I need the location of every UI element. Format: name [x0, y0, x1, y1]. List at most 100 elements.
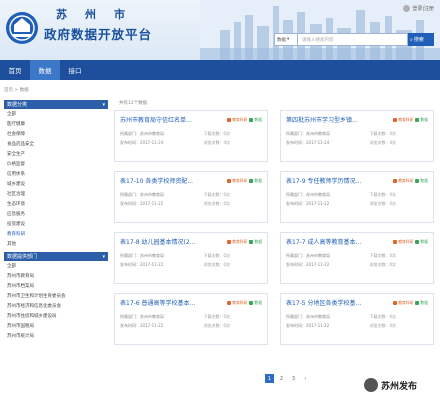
dataset-card[interactable]: 表17-7 成人高等教育基本... 教育科研 数据 所属部门：苏州市教育局 下载…: [280, 232, 434, 284]
department-item[interactable]: 苏州市教育局: [4, 271, 108, 281]
category-item[interactable]: 其他: [4, 239, 108, 249]
type-tag-label: 数据: [254, 116, 262, 122]
dataset-card[interactable]: 表17-6 普通高等学校基本... 教育科研 数据 所属部门：苏州市教育局 下载…: [114, 293, 268, 345]
department-item[interactable]: 苏州市住房和城乡建设局: [4, 311, 108, 321]
dataset-department: 所属部门：苏州市教育局: [120, 192, 164, 197]
dataset-date: 发布时间：2017-11-22: [286, 323, 330, 328]
dataset-card[interactable]: 表17-5 分地区各类学校基... 教育科研 数据 所属部门：苏州市教育局 下载…: [280, 293, 434, 345]
dataset-title[interactable]: 表17-9 专任教师学历情况...: [286, 176, 378, 185]
dataset-title[interactable]: 表17-6 普通高等学校基本...: [120, 298, 212, 307]
dataset-title[interactable]: 表17-7 成人高等教育基本...: [286, 237, 378, 246]
department-item[interactable]: 苏州市统计局: [4, 331, 108, 341]
department-item[interactable]: 全部: [4, 261, 108, 271]
page-2-button[interactable]: 2: [277, 374, 286, 383]
login-register-link[interactable]: 登录|注册: [403, 5, 434, 12]
download-count: 下载次数：0次: [203, 192, 230, 197]
login-label: 登录|注册: [412, 6, 434, 12]
type-tag-icon: [415, 239, 420, 244]
department-header-label: 数据提供部门: [7, 254, 38, 260]
type-tag: 数据: [249, 300, 262, 306]
category-tag: 教育科研: [227, 117, 247, 123]
dataset-title[interactable]: 表17-5 分地区各类学校基...: [286, 298, 378, 307]
main-nav: 首页 数据 接口: [0, 60, 440, 80]
category-tag: 教育科研: [393, 300, 413, 306]
wechat-logo-icon: [364, 378, 378, 392]
dataset-department: 所属部门：苏州市教育局: [286, 253, 330, 258]
dataset-card[interactable]: 表17-10 各类学校师资配... 教育科研 数据 所属部门：苏州市教育局 下载…: [114, 171, 268, 223]
category-item[interactable]: 全部: [4, 109, 108, 119]
type-tag-label: 数据: [420, 238, 428, 244]
dataset-card[interactable]: 苏州市教育局守信红名单... 教育科研 数据 所属部门：苏州市教育局 下载次数：…: [114, 110, 268, 162]
dataset-date: 发布时间：2017-11-24: [120, 140, 164, 145]
category-tag-label: 教育科研: [232, 116, 248, 122]
type-tag-label: 数据: [420, 116, 428, 122]
category-tag-icon: [227, 300, 232, 305]
page-3-button[interactable]: 3: [289, 374, 298, 383]
category-item[interactable]: 投资建设: [4, 219, 108, 229]
category-item[interactable]: 价格监督: [4, 159, 108, 169]
site-name: 政府数据开放平台: [44, 27, 153, 42]
download-count: 下载次数：0次: [203, 131, 230, 136]
type-tag: 数据: [415, 117, 428, 123]
view-count: 浏览次数：0次: [369, 201, 396, 206]
category-tag-label: 教育科研: [398, 177, 414, 183]
category-item-selected[interactable]: 教育科研: [4, 229, 108, 239]
category-tag: 教育科研: [227, 239, 247, 245]
dataset-list: 共有12个数据 苏州市教育局守信红名单... 教育科研 数据 所属部门：苏州市教…: [114, 96, 436, 345]
category-item[interactable]: 城乡建设: [4, 179, 108, 189]
category-item[interactable]: 生态环境: [4, 199, 108, 209]
type-tag-icon: [249, 300, 254, 305]
next-page-button[interactable]: ›: [301, 374, 310, 383]
category-tag-icon: [227, 178, 232, 183]
category-item[interactable]: 社区治理: [4, 189, 108, 199]
search-button[interactable]: ⌕ 搜索: [408, 33, 434, 46]
dataset-date: 发布时间：2017-11-22: [286, 262, 330, 267]
search-type-select[interactable]: 数据 ▾: [274, 33, 298, 46]
department-header[interactable]: 数据提供部门 ▾: [4, 252, 108, 261]
category-item[interactable]: 应急服务: [4, 209, 108, 219]
tab-home[interactable]: 首页: [0, 60, 30, 80]
dataset-grid: 苏州市教育局守信红名单... 教育科研 数据 所属部门：苏州市教育局 下载次数：…: [114, 110, 436, 345]
dataset-title[interactable]: 表17-8 幼儿园基本情况(2...: [120, 237, 212, 246]
type-tag: 数据: [249, 239, 262, 245]
department-item[interactable]: 苏州市国税局: [4, 321, 108, 331]
category-tag-icon: [227, 117, 232, 122]
tab-data[interactable]: 数据: [30, 60, 60, 80]
dataset-card[interactable]: 表17-8 幼儿园基本情况(2... 教育科研 数据 所属部门：苏州市教育局 下…: [114, 232, 268, 284]
type-tag-label: 数据: [254, 177, 262, 183]
department-item[interactable]: 苏州市经济和信息化委员会: [4, 301, 108, 311]
type-tag: 数据: [415, 239, 428, 245]
category-tag-label: 教育科研: [232, 299, 248, 305]
category-item[interactable]: 安全生产: [4, 149, 108, 159]
department-item[interactable]: 苏州市档案局: [4, 281, 108, 291]
dataset-title[interactable]: 表17-10 各类学校师资配...: [120, 176, 212, 185]
category-item[interactable]: 食品药品安全: [4, 139, 108, 149]
chevron-down-icon: ▾: [102, 101, 105, 108]
dataset-date: 发布时间：2017-11-24: [286, 140, 330, 145]
department-item[interactable]: 苏州市卫生和计划生育委员会: [4, 291, 108, 301]
category-tag-label: 教育科研: [398, 238, 414, 244]
type-tag-icon: [415, 117, 420, 122]
download-count: 下载次数：0次: [203, 253, 230, 258]
dataset-card[interactable]: 第四批苏州市学习型乡镇... 教育科研 数据 所属部门：苏州市教育局 下载次数：…: [280, 110, 434, 162]
dataset-date: 发布时间：2017-11-22: [120, 262, 164, 267]
view-count: 浏览次数：0次: [203, 262, 230, 267]
dataset-card[interactable]: 表17-9 专任教师学历情况... 教育科研 数据 所属部门：苏州市教育局 下载…: [280, 171, 434, 223]
dataset-date: 发布时间：2017-11-22: [120, 201, 164, 206]
category-item[interactable]: 医疗健康: [4, 119, 108, 129]
dataset-title[interactable]: 第四批苏州市学习型乡镇...: [286, 115, 378, 124]
tab-api[interactable]: 接口: [60, 60, 90, 80]
dataset-title[interactable]: 苏州市教育局守信红名单...: [120, 115, 212, 124]
category-item[interactable]: 信用体系: [4, 169, 108, 179]
type-tag-label: 数据: [420, 299, 428, 305]
category-header[interactable]: 数据分类 ▾: [4, 100, 108, 109]
category-tag: 教育科研: [393, 239, 413, 245]
category-header-label: 数据分类: [7, 102, 28, 108]
category-item[interactable]: 社会保障: [4, 129, 108, 139]
search-input[interactable]: 请输入搜索内容: [298, 33, 408, 46]
chevron-down-icon: ▾: [102, 253, 105, 260]
view-count: 浏览次数：4次: [203, 140, 230, 145]
type-tag: 数据: [249, 117, 262, 123]
page-1-button[interactable]: 1: [265, 374, 274, 383]
watermark-text: 苏州发布: [381, 381, 418, 392]
